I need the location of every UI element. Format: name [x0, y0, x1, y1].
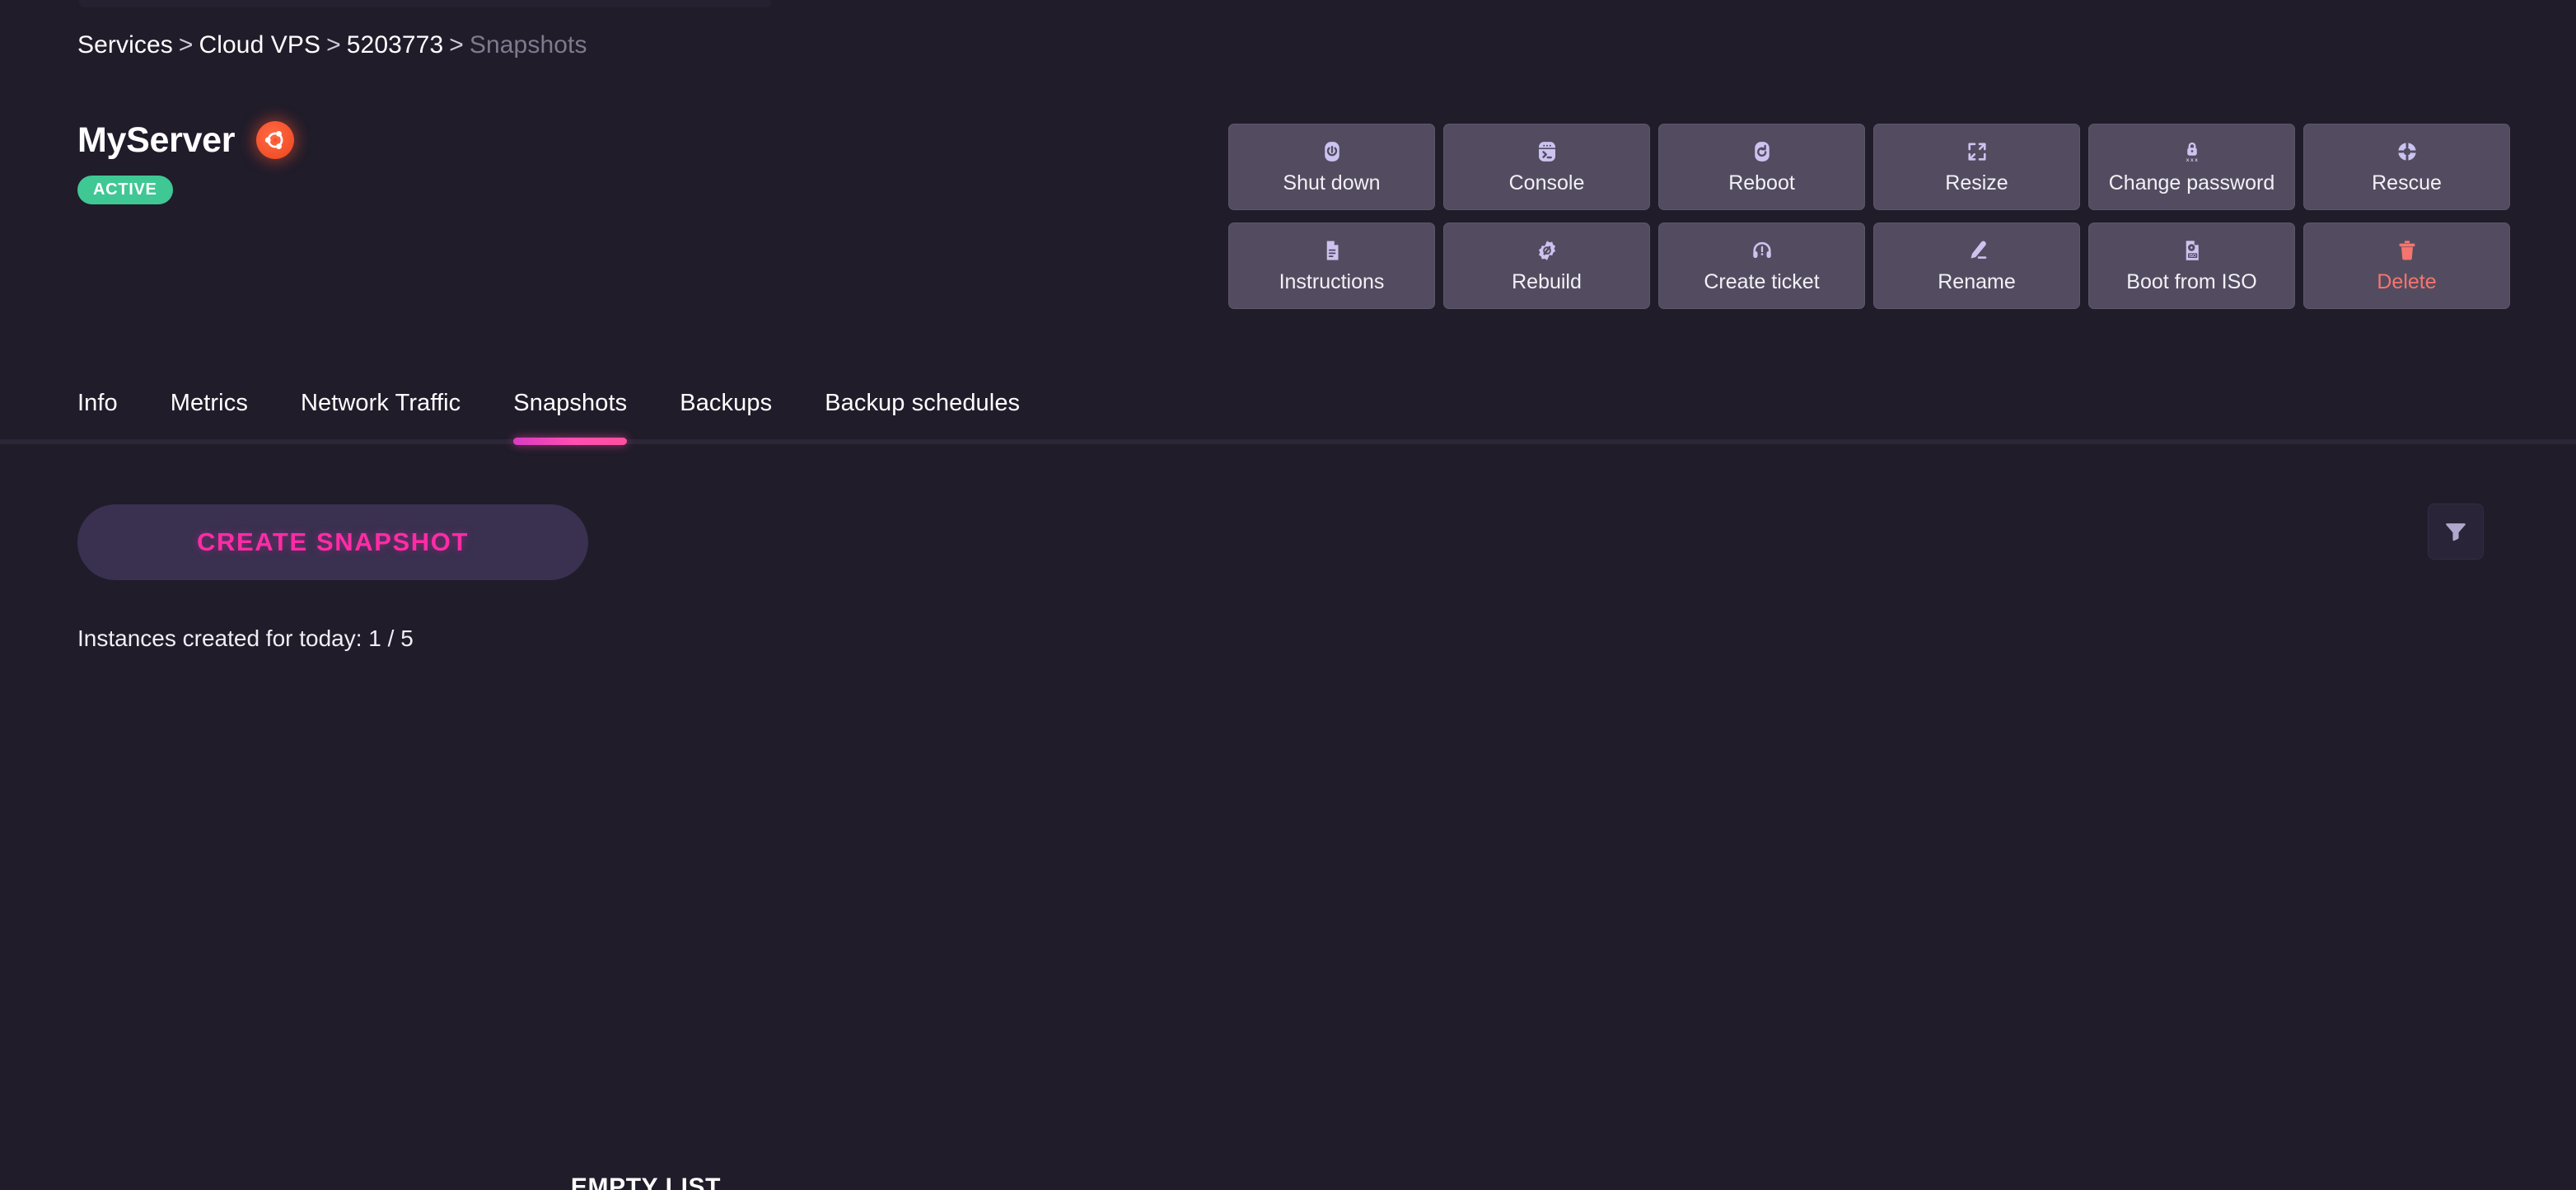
- breadcrumb-separator: >: [178, 31, 194, 59]
- tab-backup-schedules[interactable]: Backup schedules: [798, 375, 1046, 445]
- lifebuoy-icon: [2395, 139, 2419, 164]
- tab-label: Snapshots: [513, 390, 628, 416]
- tab-metrics[interactable]: Metrics: [144, 375, 274, 445]
- snapshot-quota-text: Instances created for today: 1 / 5: [77, 625, 414, 651]
- action-button-create-ticket[interactable]: Create ticket: [1658, 223, 1865, 309]
- server-title-row: MyServer: [77, 119, 295, 161]
- action-button-label: Resize: [1945, 171, 2008, 194]
- server-actions-grid: Shut down Console Reboot Resize x x x Change pa…: [1228, 124, 2510, 309]
- breadcrumb-item-snapshots: Snapshots: [469, 31, 587, 59]
- filter-funnel-icon: [2443, 519, 2468, 544]
- page-title: MyServer: [77, 120, 236, 160]
- action-button-delete[interactable]: Delete: [2303, 223, 2510, 309]
- create-snapshot-label: CREATE SNAPSHOT: [196, 527, 469, 556]
- action-button-label: Rescue: [2372, 171, 2442, 194]
- breadcrumb-item-services[interactable]: Services: [77, 31, 173, 59]
- breadcrumb-separator: >: [449, 31, 464, 59]
- reboot-icon: [1750, 139, 1774, 164]
- ubuntu-logo-icon: [256, 121, 295, 159]
- tab-snapshots[interactable]: Snapshots: [487, 375, 653, 445]
- action-button-rescue[interactable]: Rescue: [2303, 124, 2510, 210]
- action-button-label: Create ticket: [1704, 270, 1820, 293]
- tab-info[interactable]: Info: [77, 375, 144, 445]
- tab-label: Network Traffic: [300, 390, 461, 416]
- action-button-instructions[interactable]: Instructions: [1228, 223, 1435, 309]
- tab-label: Metrics: [170, 390, 248, 416]
- expand-icon: [1965, 139, 1989, 164]
- svg-text:ISO: ISO: [2189, 254, 2196, 259]
- tab-active-indicator: [513, 438, 628, 445]
- rebuild-icon: [1535, 238, 1559, 263]
- action-button-shut-down[interactable]: Shut down: [1228, 124, 1435, 210]
- action-button-label: Instructions: [1279, 270, 1385, 293]
- action-button-rename[interactable]: Rename: [1873, 223, 2080, 309]
- lock-password-icon: xxx: [2180, 139, 2204, 164]
- breadcrumb-separator: >: [326, 31, 341, 59]
- action-button-label: Console: [1508, 171, 1585, 194]
- action-button-rebuild[interactable]: Rebuild: [1443, 223, 1650, 309]
- tab-label: Backup schedules: [825, 390, 1021, 416]
- filter-button[interactable]: [2428, 504, 2484, 560]
- tab-label: Info: [77, 390, 118, 416]
- page-root: Services > Cloud VPS >5203773 > Snapshots MyS…: [0, 0, 2576, 1190]
- svg-text:x: x: [2195, 157, 2198, 163]
- action-button-resize[interactable]: Resize: [1873, 124, 2080, 210]
- action-button-label: Reboot: [1728, 171, 1795, 194]
- document-icon: [1320, 238, 1344, 263]
- action-button-label: Rebuild: [1512, 270, 1582, 293]
- action-button-change-password[interactable]: x x x Change password: [2088, 124, 2295, 210]
- scrolled-nav-sliver: [79, 0, 771, 7]
- iso-disc-icon: ISO: [2180, 238, 2204, 263]
- svg-text:x: x: [2190, 157, 2194, 163]
- empty-list-message: EMPTY LIST: [570, 1174, 722, 1190]
- svg-text:x: x: [2186, 157, 2189, 163]
- pencil-icon: [1965, 238, 1989, 263]
- action-button-console[interactable]: Console: [1443, 124, 1650, 210]
- trash-icon: [2395, 238, 2419, 263]
- server-header: MyServer ACTIVE: [77, 119, 295, 204]
- power-icon: [1320, 139, 1344, 164]
- breadcrumb-item-5203773[interactable]: 5203773: [347, 31, 444, 59]
- tab-network-traffic[interactable]: Network Traffic: [274, 375, 487, 445]
- breadcrumb: Services > Cloud VPS >5203773 > Snapshots: [77, 30, 587, 60]
- action-button-label: Shut down: [1283, 171, 1381, 194]
- tab-backups[interactable]: Backups: [653, 375, 798, 445]
- tab-label: Backups: [680, 390, 773, 416]
- terminal-icon: [1535, 139, 1559, 164]
- action-button-label: Boot from ISO: [2126, 270, 2257, 293]
- action-button-label: Change password: [2108, 171, 2275, 194]
- action-button-label: Delete: [2377, 270, 2437, 293]
- breadcrumb-item-cloud-vps[interactable]: Cloud VPS: [199, 31, 320, 59]
- action-button-boot-from-iso[interactable]: ISO Boot from ISO: [2088, 223, 2295, 309]
- tab-bar: Info Metrics Network Traffic Snapshots Backu…: [0, 375, 2576, 445]
- create-snapshot-button[interactable]: CREATE SNAPSHOT: [77, 504, 588, 580]
- action-button-reboot[interactable]: Reboot: [1658, 124, 1865, 210]
- status-badge: ACTIVE: [77, 176, 173, 204]
- action-button-label: Rename: [1938, 270, 2016, 293]
- headset-icon: [1750, 238, 1774, 263]
